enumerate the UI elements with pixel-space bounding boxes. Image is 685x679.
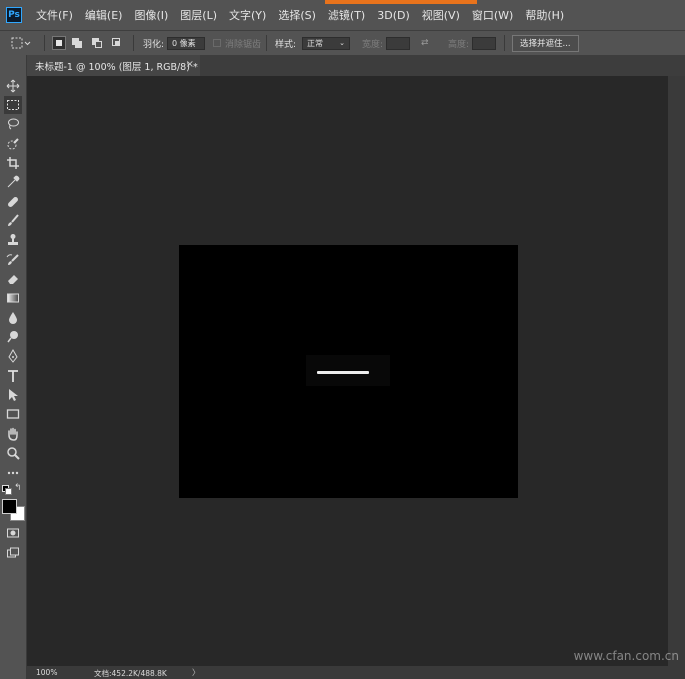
blur-tool[interactable]: [4, 309, 22, 327]
lasso-tool[interactable]: [4, 115, 22, 133]
hand-tool[interactable]: [4, 425, 22, 443]
type-tool[interactable]: [4, 367, 22, 385]
antialias-checkbox[interactable]: 消除锯齿: [213, 31, 261, 55]
width-input[interactable]: [386, 36, 411, 50]
eyedropper-tool[interactable]: [4, 173, 22, 191]
tools-panel: ↰: [0, 55, 27, 679]
marquee-tool[interactable]: [4, 96, 22, 114]
healing-icon: [8, 197, 18, 207]
select-and-mask-button[interactable]: 选择并遮住...: [512, 34, 579, 52]
tool-preset-picker[interactable]: [10, 31, 32, 55]
pen-tool[interactable]: [4, 347, 22, 365]
history-brush-icon: [6, 254, 19, 265]
status-bar: 100% 文档:452.2K/488.8K 〉: [27, 666, 668, 679]
menu-view[interactable]: 视图(V): [416, 7, 466, 23]
chevron-down-icon: ⌄: [339, 39, 346, 47]
document-tab-title: 未标题-1 @ 100% (图层 1, RGB/8) *: [35, 61, 198, 73]
gradient-tool[interactable]: [4, 289, 22, 307]
screen-mode-icon: [7, 547, 19, 558]
menu-image[interactable]: 图像(I): [128, 7, 174, 23]
quickmask-icon: [7, 528, 19, 538]
zoom-level[interactable]: 100%: [36, 668, 57, 677]
watermark: www.cfan.com.cn: [573, 649, 679, 663]
status-menu-arrow-icon[interactable]: 〉: [192, 667, 200, 678]
document-tab[interactable]: 未标题-1 @ 100% (图层 1, RGB/8) * ×: [27, 55, 200, 76]
menu-window[interactable]: 窗口(W): [466, 7, 519, 23]
eraser-tool[interactable]: [4, 270, 22, 288]
menu-file[interactable]: 文件(F): [30, 7, 79, 23]
add-selection-button[interactable]: [70, 36, 84, 50]
foreground-color-swatch[interactable]: [2, 499, 17, 514]
eyedropper-icon: [7, 175, 20, 188]
style-select[interactable]: 正常 ⌄: [302, 36, 351, 50]
quick-select-icon: [7, 138, 19, 150]
swap-dimensions-icon[interactable]: ⇄: [421, 31, 429, 55]
height-label: 高度:: [448, 39, 470, 50]
options-bar: 羽化: 0 像素 消除锯齿 样式: 正常 ⌄ 宽度: ⇄ 高度: 选择并遮住..…: [0, 30, 685, 56]
blur-icon: [9, 312, 17, 324]
right-panel-strip: [668, 76, 685, 679]
intersect-selection-button[interactable]: [110, 36, 124, 50]
dodge-icon: [7, 331, 18, 343]
antialias-label: 消除锯齿: [225, 39, 262, 50]
brush-tool[interactable]: [4, 212, 22, 230]
more-icon: [7, 471, 19, 475]
stamp-icon: [8, 234, 18, 245]
width-label: 宽度:: [362, 39, 384, 50]
new-selection-button[interactable]: [52, 36, 66, 50]
photoshop-logo: Ps: [6, 7, 22, 23]
brush-icon: [8, 214, 19, 226]
gradient-icon: [7, 293, 19, 303]
menu-edit[interactable]: 编辑(E): [79, 7, 129, 23]
feather-input[interactable]: 0 像素: [167, 36, 206, 50]
move-tool[interactable]: [4, 77, 22, 95]
path-select-icon: [9, 389, 18, 401]
more-tools[interactable]: [4, 464, 22, 482]
healing-tool[interactable]: [4, 193, 22, 211]
marquee-icon: [7, 100, 19, 110]
menu-type[interactable]: 文字(Y): [223, 7, 272, 23]
lasso-icon: [8, 118, 19, 130]
close-icon[interactable]: ×: [186, 59, 194, 70]
menu-filter[interactable]: 滤镜(T): [322, 7, 371, 23]
zoom-tool[interactable]: [4, 444, 22, 462]
screen-mode-button[interactable]: [4, 544, 22, 562]
eraser-icon: [8, 275, 18, 284]
zoom-icon: [7, 447, 20, 460]
menu-3d[interactable]: 3D(D): [371, 9, 416, 22]
menu-bar: Ps 文件(F) 编辑(E) 图像(I) 图层(L) 文字(Y) 选择(S) 滤…: [0, 0, 685, 30]
stamp-tool[interactable]: [4, 231, 22, 249]
rectangle-tool[interactable]: [4, 405, 22, 423]
type-icon: [8, 370, 18, 382]
document-tab-strip: 未标题-1 @ 100% (图层 1, RGB/8) * ×: [27, 55, 685, 76]
style-label: 样式:: [275, 39, 297, 50]
height-input[interactable]: [472, 36, 497, 50]
style-value: 正常: [307, 38, 324, 48]
crop-icon: [7, 157, 19, 169]
move-icon: [6, 79, 20, 93]
crop-tool[interactable]: [4, 154, 22, 172]
subtract-selection-button[interactable]: [90, 36, 104, 50]
title-accent-bar: [325, 0, 477, 4]
pen-icon: [8, 349, 18, 363]
feather-label: 羽化:: [143, 39, 165, 50]
marquee-preset-icon: [11, 37, 31, 49]
dodge-tool[interactable]: [4, 328, 22, 346]
rectangle-icon: [6, 409, 20, 419]
hand-icon: [8, 427, 18, 441]
default-colors-icon[interactable]: [2, 485, 12, 495]
line-shape: [317, 371, 369, 374]
menu-layer[interactable]: 图层(L): [174, 7, 223, 23]
history-brush-tool[interactable]: [4, 251, 22, 269]
swap-colors-icon[interactable]: ↰: [14, 483, 22, 493]
document-info: 文档:452.2K/488.8K: [94, 669, 167, 678]
menu-help[interactable]: 帮助(H): [519, 7, 570, 23]
quick-mask-button[interactable]: [4, 524, 22, 542]
path-select-tool[interactable]: [4, 386, 22, 404]
menu-select[interactable]: 选择(S): [272, 7, 322, 23]
quick-select-tool[interactable]: [4, 135, 22, 153]
